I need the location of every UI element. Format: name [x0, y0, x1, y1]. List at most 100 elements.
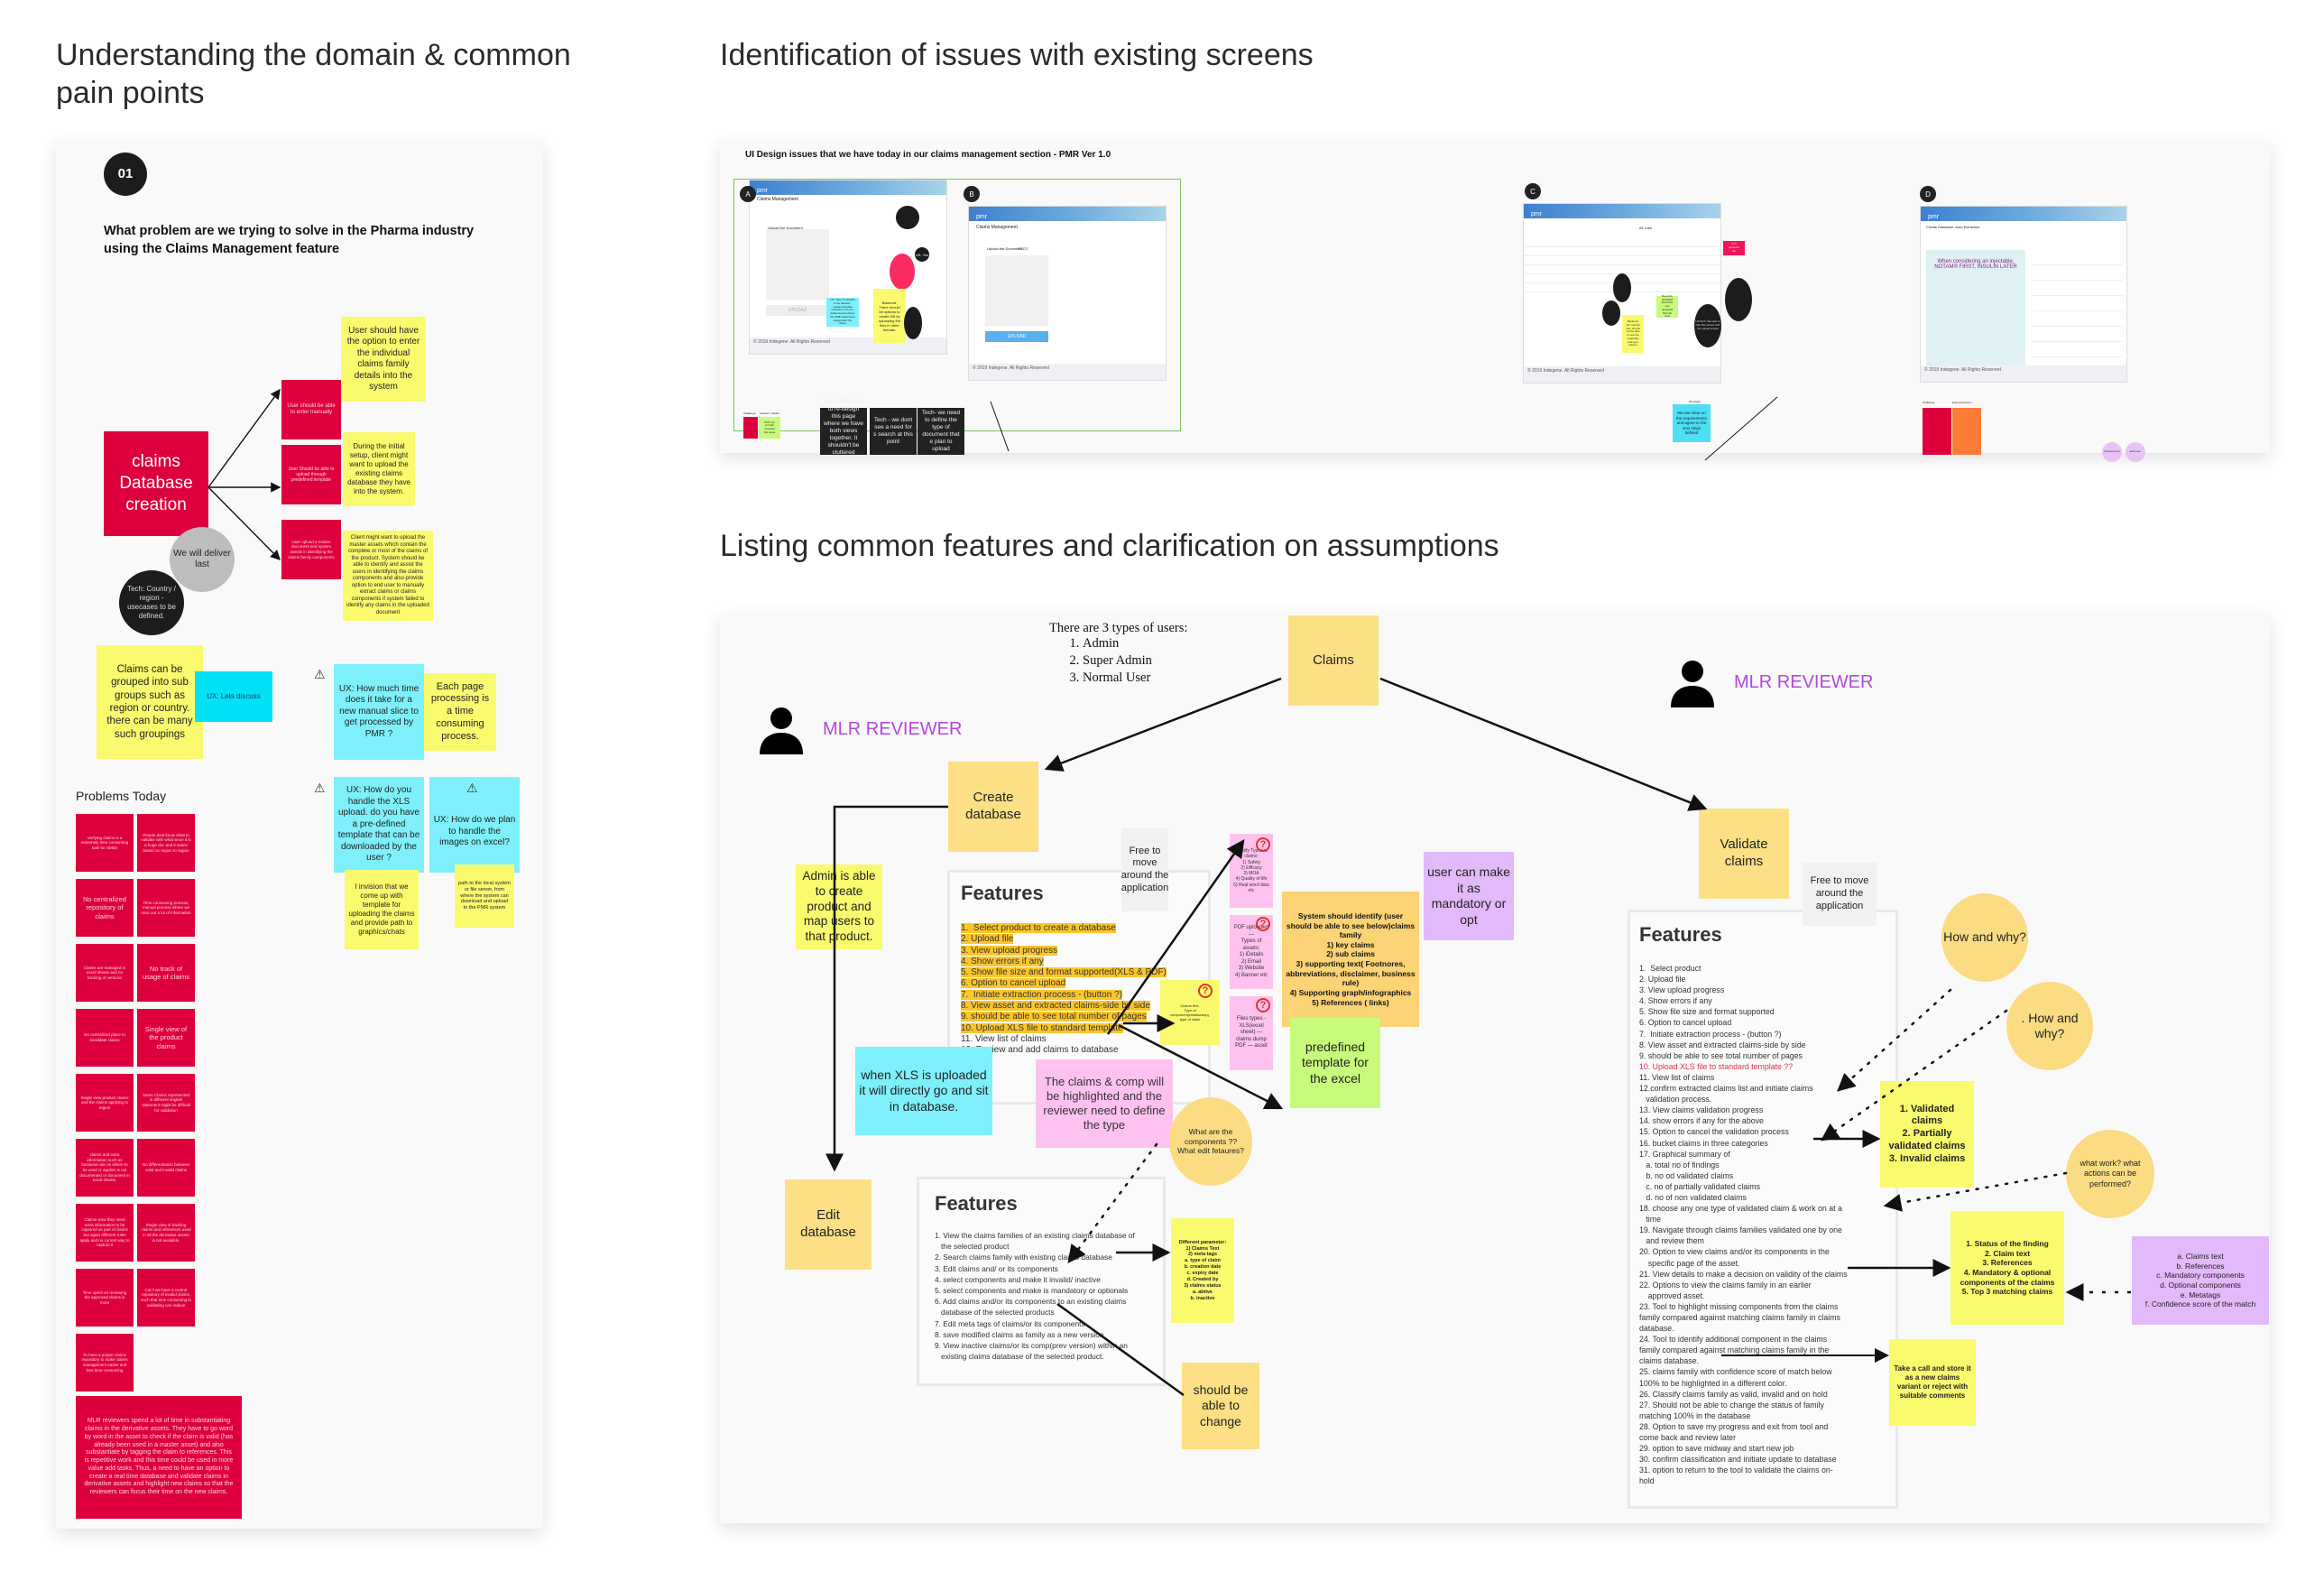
ux-tech-bubble[interactable]: UX/Tech: We plan to club this screen wit…: [1694, 304, 1721, 347]
admin-note[interactable]: Admin is able to create product and map …: [796, 864, 882, 949]
tech-note-3[interactable]: Tech- we need to define the type of docu…: [918, 408, 964, 455]
comment-bubble[interactable]: [896, 206, 919, 229]
backend-note-a[interactable]: Backend: There should be options to crea…: [873, 289, 906, 343]
should-change-note[interactable]: should be able to change: [1182, 1363, 1259, 1449]
problem-note[interactable]: Single view of the product claims: [137, 1009, 195, 1067]
comment-bubble[interactable]: [1725, 278, 1752, 321]
components-question-circle[interactable]: What are the components ?? What edit fet…: [1169, 1097, 1252, 1186]
challenge-note-d[interactable]: [1923, 408, 1951, 455]
branch-red-1[interactable]: User should be able to enter manually: [281, 380, 341, 439]
validate-claims-node[interactable]: Validate claims: [1699, 809, 1789, 899]
screen-tag-d: D: [1920, 186, 1936, 202]
screen-mockup-d[interactable]: pmr Create Database: Auto Extraction Whe…: [1920, 206, 2127, 383]
branch-red-2[interactable]: User Should be able to upload through pr…: [281, 445, 341, 504]
problem-question: What problem are we trying to solve in t…: [104, 224, 475, 256]
persona-tag-2[interactable]: End user: [2126, 442, 2145, 462]
ux-question-1[interactable]: UX: How much time does it take for a new…: [334, 664, 424, 760]
tech-note-1[interactable]: Tech: We need to re-design this page whe…: [820, 398, 867, 463]
free-to-move-note-2[interactable]: Free to move around the application: [1803, 863, 1877, 926]
xls-uploaded-note[interactable]: when XLS is uploaded it will directly go…: [855, 1047, 992, 1135]
question-icon: ?: [1198, 984, 1213, 998]
problem-note[interactable]: Can't we have a central repository of in…: [137, 1269, 195, 1327]
problem-note[interactable]: Same Claims represented in different eng…: [137, 1074, 195, 1132]
agree-note[interactable]: We are clear on the requirements and agr…: [1673, 404, 1711, 442]
problem-note[interactable]: No track of usage of claims: [137, 944, 195, 1002]
match-fields-note[interactable]: a. Claims text b. References c. Mandator…: [2132, 1236, 2269, 1325]
ux-discuss-note[interactable]: UX: Lets discuss: [195, 671, 272, 722]
different-parameter-note[interactable]: Different parameter: 1) Claims Text 2) m…: [1171, 1218, 1234, 1323]
ux-type-note[interactable]: UX: Type of uploads to be defined - mast…: [826, 298, 859, 327]
person-icon: [760, 707, 803, 754]
problem-note[interactable]: Single view product claims and the claim…: [76, 1074, 134, 1132]
problem-note[interactable]: Verfying claims is a extremely time cons…: [76, 814, 134, 872]
buckets-note[interactable]: 1. Validated claims 2. Partially validat…: [1880, 1081, 1974, 1188]
free-to-move-note[interactable]: Free to move around the application: [1121, 828, 1168, 911]
features-board[interactable]: There are 3 types of users: AdminSuper A…: [720, 614, 2270, 1523]
ux-answer-1[interactable]: Each page processing is a time consuming…: [424, 673, 496, 751]
edit-database-node[interactable]: Edit database: [785, 1179, 872, 1270]
issues-board[interactable]: UI Design issues that we have today in o…: [720, 141, 2270, 463]
take-call-note[interactable]: Take a call and store it as a new claims…: [1889, 1339, 1976, 1426]
ux-yes-bubble[interactable]: UX: Yes: [915, 247, 929, 262]
feature-item: d. no of non validated claims: [1639, 1192, 1747, 1202]
persona-label: MLR REVIEWER: [1734, 671, 1874, 692]
mlr-problem-note[interactable]: MLR reviewers spend a lot of time in sub…: [76, 1396, 242, 1519]
ux-answer-3[interactable]: path to the local system or file server,…: [455, 864, 514, 928]
how-why-circle-1[interactable]: How and why?: [1941, 893, 2028, 982]
section-title-domain: Understanding the domain & common pain p…: [56, 38, 571, 110]
problem-note[interactable]: Single view of tracking claims and refer…: [137, 1204, 195, 1262]
branch-yellow-2[interactable]: During the initial setup, client might w…: [343, 432, 415, 506]
screen-tag-b: B: [964, 186, 980, 202]
tech-note-2[interactable]: Tech - we dont see a need for s search a…: [870, 408, 917, 455]
comment-bubble-pink[interactable]: [890, 254, 915, 290]
feature-item: 4. Show errors if any: [1639, 996, 1712, 1006]
mockup-upload-button[interactable]: UPLOAD: [766, 305, 829, 316]
highlight-define-note[interactable]: The claims & comp will be highlighted an…: [1036, 1059, 1173, 1148]
recently-uploaded-note[interactable]: Recently uploaded and other Las uploaded…: [1656, 294, 1678, 318]
branch-red-3[interactable]: User upload a master document and system…: [281, 520, 341, 579]
tech-note-circle[interactable]: Tech: Country / region - usecases to be …: [119, 570, 184, 635]
mockup-upload-button[interactable]: UPLOAD: [985, 331, 1048, 342]
comment-bubble[interactable]: [1613, 273, 1631, 302]
problem-note[interactable]: Claims wow they need extra information t…: [76, 1204, 134, 1262]
how-why-circle-2[interactable]: . How and why?: [2006, 982, 2093, 1070]
problem-note[interactable]: People dont know what to validate with w…: [137, 814, 195, 872]
grouping-note[interactable]: Claims can be grouped into sub groups su…: [97, 645, 203, 759]
finding-details-note[interactable]: 1. Status of the finding 2. Claim text 3…: [1950, 1211, 2064, 1325]
problem-note[interactable]: No centralized place to invalidate claim…: [76, 1009, 134, 1067]
branch-yellow-1[interactable]: User should have the option to enter the…: [341, 317, 426, 402]
challenge-note[interactable]: [743, 417, 758, 439]
branch-yellow-3[interactable]: Client might want to upload the master a…: [343, 531, 433, 621]
problem-note[interactable]: To have a proper claims repository to ma…: [76, 1334, 134, 1391]
ux-question-2[interactable]: UX: How do you handle the XLS upload. do…: [334, 777, 424, 873]
xls-flag-note[interactable]: XLS uploaded file: [1723, 241, 1745, 255]
expected-action-note[interactable]: [1952, 408, 1981, 455]
comment-bubble[interactable]: [1602, 300, 1620, 326]
section-title-issues: Identification of issues with existing s…: [720, 38, 1314, 72]
solution-note[interactable]: PMT Ver 2.0 has resolved this issue: [759, 417, 780, 439]
mockup-logo: pmr: [976, 214, 988, 220]
persona-tag-1[interactable]: Persona one: [2102, 442, 2122, 462]
problem-note[interactable]: Claims are managed in excel sheets and n…: [76, 944, 134, 1002]
create-database-node[interactable]: Create database: [948, 762, 1038, 852]
problem-note[interactable]: No differentiation between valid and inv…: [137, 1139, 195, 1197]
mandatory-opt-note[interactable]: user can make it as mandatory or opt: [1424, 852, 1514, 940]
problem-note[interactable]: No centralized repository of claims: [76, 879, 134, 937]
comment-bubble[interactable]: [904, 307, 922, 339]
domain-board[interactable]: 01 What problem are we trying to solve i…: [56, 141, 543, 1529]
system-identify-note[interactable]: System should identify (user should be a…: [1282, 892, 1419, 1027]
problem-note[interactable]: claims and extra information such as bus…: [76, 1139, 134, 1197]
ux-answer-2[interactable]: I invision that we come up with template…: [345, 870, 419, 949]
feature-item: 3. Edit claims and/ or its components: [935, 1263, 1058, 1273]
what-work-circle[interactable]: what work? what actions can be performed…: [2066, 1130, 2154, 1218]
screen-mockup-b[interactable]: pmr Claims Management Upload the Documen…: [968, 206, 1167, 381]
feature-item: 5. Show file size and format supported(X…: [961, 967, 1167, 978]
problem-note[interactable]: Time consuming process, manual process w…: [137, 879, 195, 937]
problem-note[interactable]: Time spent on reviewing the approved cla…: [76, 1269, 134, 1327]
deliver-last-circle[interactable]: We will deliver last: [170, 527, 235, 592]
claims-root-node[interactable]: Claims: [1288, 615, 1379, 706]
feature-text: 11. View list of claims: [961, 1033, 1047, 1044]
central-node-claims-db[interactable]: claims Database creation: [104, 431, 208, 536]
backend-note-c[interactable]: Backend: For normal user should not be a…: [1622, 315, 1644, 353]
predefined-template-note[interactable]: predefined template for the excel: [1290, 1018, 1380, 1108]
